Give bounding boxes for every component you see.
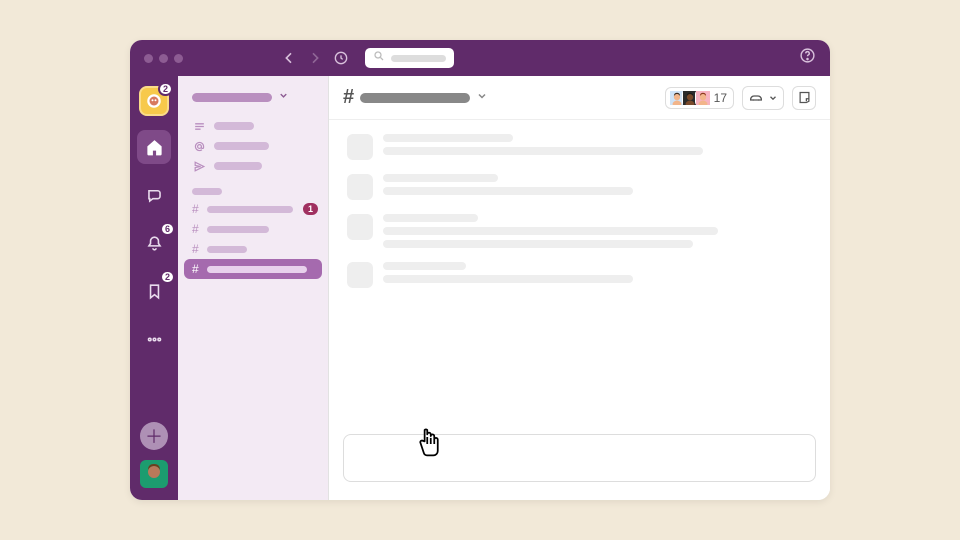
forward-button[interactable] bbox=[307, 50, 323, 66]
threads-icon bbox=[192, 119, 206, 133]
channel-item[interactable]: # 1 bbox=[178, 199, 328, 219]
search-icon bbox=[373, 49, 385, 67]
message-avatar bbox=[347, 174, 373, 200]
dms-tab[interactable] bbox=[137, 178, 171, 212]
hash-icon: # bbox=[192, 262, 199, 276]
sidebar-item[interactable] bbox=[178, 136, 328, 156]
activity-tab[interactable]: 6 bbox=[137, 226, 171, 260]
channel-item[interactable]: # bbox=[178, 219, 328, 239]
huddle-button[interactable] bbox=[742, 86, 784, 110]
message[interactable] bbox=[347, 134, 812, 160]
message-avatar bbox=[347, 134, 373, 160]
maximize-dot[interactable] bbox=[174, 54, 183, 63]
later-tab[interactable]: 2 bbox=[137, 274, 171, 308]
hash-icon: # bbox=[192, 222, 199, 236]
member-avatar bbox=[695, 90, 711, 106]
later-badge: 2 bbox=[160, 270, 175, 284]
back-button[interactable] bbox=[281, 50, 297, 66]
activity-badge: 6 bbox=[160, 222, 175, 236]
message-text bbox=[383, 134, 812, 160]
home-tab[interactable] bbox=[137, 130, 171, 164]
workspace-name bbox=[192, 93, 272, 102]
nav-rail: 2 6 2 ＋ bbox=[130, 76, 178, 500]
search-placeholder bbox=[391, 55, 446, 62]
channel-sidebar: # 1 # # # bbox=[178, 76, 328, 500]
search-input[interactable] bbox=[365, 48, 454, 68]
history-button[interactable] bbox=[333, 50, 349, 66]
message[interactable] bbox=[347, 174, 812, 200]
members-count: 17 bbox=[714, 91, 727, 105]
message[interactable] bbox=[347, 262, 812, 288]
canvas-button[interactable] bbox=[792, 86, 816, 110]
sidebar-item[interactable] bbox=[178, 116, 328, 136]
create-button[interactable]: ＋ bbox=[140, 422, 168, 450]
hash-icon: # bbox=[192, 202, 199, 216]
app-window: 2 6 2 ＋ bbox=[130, 40, 830, 500]
message-composer[interactable] bbox=[343, 434, 816, 482]
help-button[interactable] bbox=[799, 47, 816, 69]
workspace-menu[interactable] bbox=[178, 86, 328, 116]
unread-badge: 1 bbox=[303, 203, 318, 215]
members-button[interactable]: 17 bbox=[665, 87, 734, 109]
workspace-switcher[interactable]: 2 bbox=[139, 86, 169, 116]
close-dot[interactable] bbox=[144, 54, 153, 63]
sidebar-item[interactable] bbox=[178, 156, 328, 176]
minimize-dot[interactable] bbox=[159, 54, 168, 63]
workspace-badge: 2 bbox=[158, 82, 173, 96]
more-tab[interactable] bbox=[137, 322, 171, 356]
channel-title[interactable]: # bbox=[343, 86, 488, 109]
titlebar bbox=[130, 40, 830, 76]
chevron-down-icon bbox=[476, 89, 488, 107]
message-text bbox=[383, 214, 812, 248]
channels-header[interactable] bbox=[178, 176, 328, 199]
message-text bbox=[383, 262, 812, 288]
message[interactable] bbox=[347, 214, 812, 248]
message-text bbox=[383, 174, 812, 200]
main-panel: # 17 bbox=[328, 76, 830, 500]
channel-item[interactable]: # bbox=[178, 239, 328, 259]
window-controls[interactable] bbox=[144, 54, 183, 63]
channel-item[interactable]: # bbox=[184, 259, 322, 279]
channel-header: # 17 bbox=[329, 76, 830, 120]
message-avatar bbox=[347, 262, 373, 288]
message-avatar bbox=[347, 214, 373, 240]
hash-icon: # bbox=[192, 242, 199, 256]
mentions-icon bbox=[192, 139, 206, 153]
message-list bbox=[329, 120, 830, 426]
channel-name bbox=[360, 93, 470, 103]
chevron-down-icon bbox=[278, 88, 289, 106]
user-avatar[interactable] bbox=[140, 460, 168, 488]
hash-icon: # bbox=[343, 86, 354, 109]
drafts-icon bbox=[192, 159, 206, 173]
